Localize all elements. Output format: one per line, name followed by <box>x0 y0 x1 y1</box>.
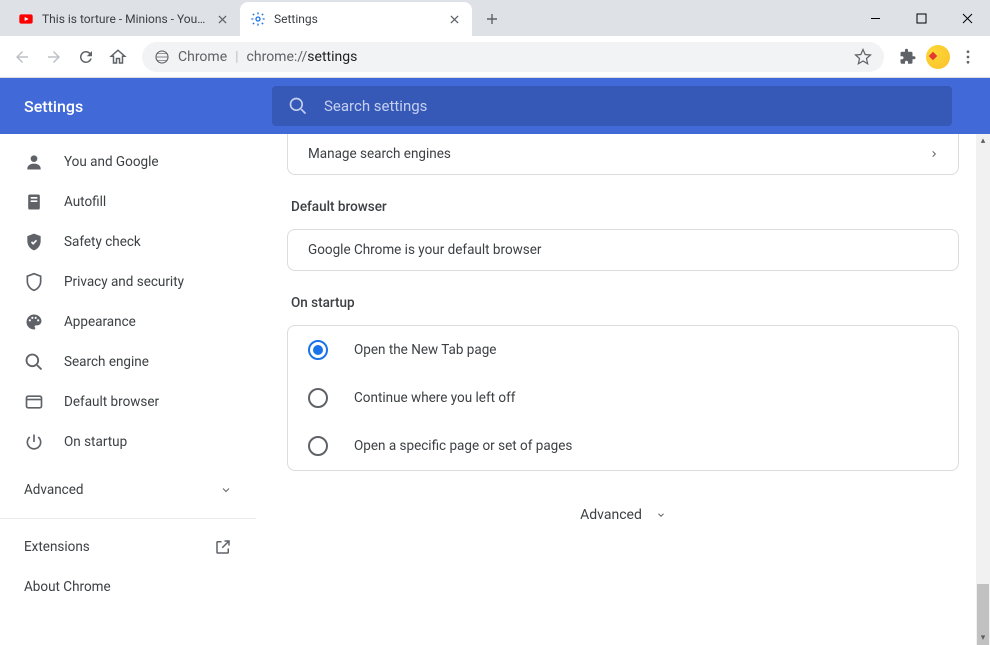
content-scroll: Manage search engines Default browser Go… <box>256 134 990 645</box>
sidebar-label: On startup <box>64 434 127 450</box>
tab-title: This is torture - Minions - YouTube <box>42 12 206 26</box>
tab-settings[interactable]: Settings <box>240 2 472 36</box>
sidebar-label: Default browser <box>64 394 159 410</box>
safety-check-icon <box>24 232 44 252</box>
radio-button[interactable] <box>308 436 328 456</box>
extensions-button[interactable] <box>894 43 922 71</box>
radio-button[interactable] <box>308 340 328 360</box>
youtube-icon <box>18 11 34 27</box>
home-button[interactable] <box>104 43 132 71</box>
startup-option-label: Open the New Tab page <box>354 342 496 358</box>
forward-button[interactable] <box>40 43 68 71</box>
sidebar-item-autofill[interactable]: Autofill <box>0 182 248 222</box>
shield-icon <box>24 272 44 292</box>
person-icon <box>24 152 44 172</box>
profile-avatar[interactable] <box>926 45 950 69</box>
startup-option-label: Open a specific page or set of pages <box>354 438 572 454</box>
settings-gear-icon <box>250 11 266 27</box>
sidebar-item-default-browser[interactable]: Default browser <box>0 382 248 422</box>
sidebar: You and Google Autofill Safety check Pri… <box>0 134 256 645</box>
sidebar-label: You and Google <box>64 154 159 170</box>
default-browser-status: Google Chrome is your default browser <box>288 230 958 270</box>
palette-icon <box>24 312 44 332</box>
chevron-down-icon <box>656 510 666 520</box>
power-icon <box>24 432 44 452</box>
sidebar-label: Search engine <box>64 354 149 370</box>
on-startup-section-title: On startup <box>291 295 959 311</box>
sidebar-label: Safety check <box>64 234 141 250</box>
close-icon[interactable] <box>446 11 462 27</box>
star-icon[interactable] <box>854 48 872 66</box>
back-button[interactable] <box>8 43 36 71</box>
sidebar-separator <box>0 518 256 519</box>
manage-search-engines-row[interactable]: Manage search engines <box>288 134 958 174</box>
reload-button[interactable] <box>72 43 100 71</box>
advanced-footer-toggle[interactable]: Advanced <box>287 507 959 523</box>
search-icon <box>24 352 44 372</box>
radio-button[interactable] <box>308 388 328 408</box>
sidebar-item-on-startup[interactable]: On startup <box>0 422 248 462</box>
sidebar-label: Autofill <box>64 194 106 210</box>
sidebar-about-link[interactable]: About Chrome <box>0 567 256 607</box>
maximize-button[interactable] <box>898 0 944 36</box>
settings-title: Settings <box>0 97 272 116</box>
autofill-icon <box>24 192 44 212</box>
scrollbar-down-button[interactable]: ▾ <box>976 631 990 645</box>
sidebar-extensions-link[interactable]: Extensions <box>0 527 256 567</box>
manage-search-label: Manage search engines <box>308 146 451 162</box>
startup-option-label: Continue where you left off <box>354 390 516 406</box>
settings-header: Settings <box>0 78 990 134</box>
omnibox-chrome-label: Chrome <box>178 49 227 65</box>
external-link-icon <box>214 538 232 556</box>
scrollbar[interactable]: ▴ ▾ <box>976 134 990 645</box>
sidebar-advanced-label: Advanced <box>24 482 84 498</box>
startup-option-continue[interactable]: Continue where you left off <box>288 374 958 422</box>
search-settings-input[interactable] <box>324 97 936 115</box>
site-info-icon[interactable] <box>154 49 170 65</box>
sidebar-label: Appearance <box>64 314 136 330</box>
scrollbar-up-button[interactable]: ▴ <box>976 134 990 148</box>
address-bar[interactable]: Chrome | chrome://settings <box>142 42 884 72</box>
startup-option-specific-pages[interactable]: Open a specific page or set of pages <box>288 422 958 470</box>
sidebar-item-search-engine[interactable]: Search engine <box>0 342 248 382</box>
new-tab-button[interactable] <box>478 5 506 33</box>
sidebar-advanced-toggle[interactable]: Advanced <box>0 470 256 510</box>
sidebar-extensions-label: Extensions <box>24 539 90 555</box>
sidebar-label: Privacy and security <box>64 274 184 290</box>
close-window-button[interactable] <box>944 0 990 36</box>
tab-youtube[interactable]: This is torture - Minions - YouTube <box>8 2 240 36</box>
sidebar-item-privacy-security[interactable]: Privacy and security <box>0 262 248 302</box>
default-browser-section-title: Default browser <box>291 199 959 215</box>
tab-title: Settings <box>274 12 438 26</box>
omnibox-url: chrome://settings <box>247 49 358 65</box>
browser-icon <box>24 392 44 412</box>
sidebar-item-appearance[interactable]: Appearance <box>0 302 248 342</box>
sidebar-about-label: About Chrome <box>24 579 111 595</box>
tab-strip: This is torture - Minions - YouTube Sett… <box>0 0 990 36</box>
minimize-button[interactable] <box>852 0 898 36</box>
menu-button[interactable] <box>954 43 982 71</box>
close-icon[interactable] <box>214 11 230 27</box>
chevron-right-icon <box>930 148 938 160</box>
startup-option-new-tab[interactable]: Open the New Tab page <box>288 326 958 374</box>
sidebar-item-you-and-google[interactable]: You and Google <box>0 142 248 182</box>
search-settings-bar[interactable] <box>272 86 952 126</box>
advanced-footer-label: Advanced <box>580 507 642 523</box>
omnibox-separator: | <box>235 49 238 65</box>
chevron-down-icon <box>220 484 232 496</box>
search-icon <box>288 96 308 116</box>
toolbar: Chrome | chrome://settings <box>0 36 990 78</box>
sidebar-item-safety-check[interactable]: Safety check <box>0 222 248 262</box>
